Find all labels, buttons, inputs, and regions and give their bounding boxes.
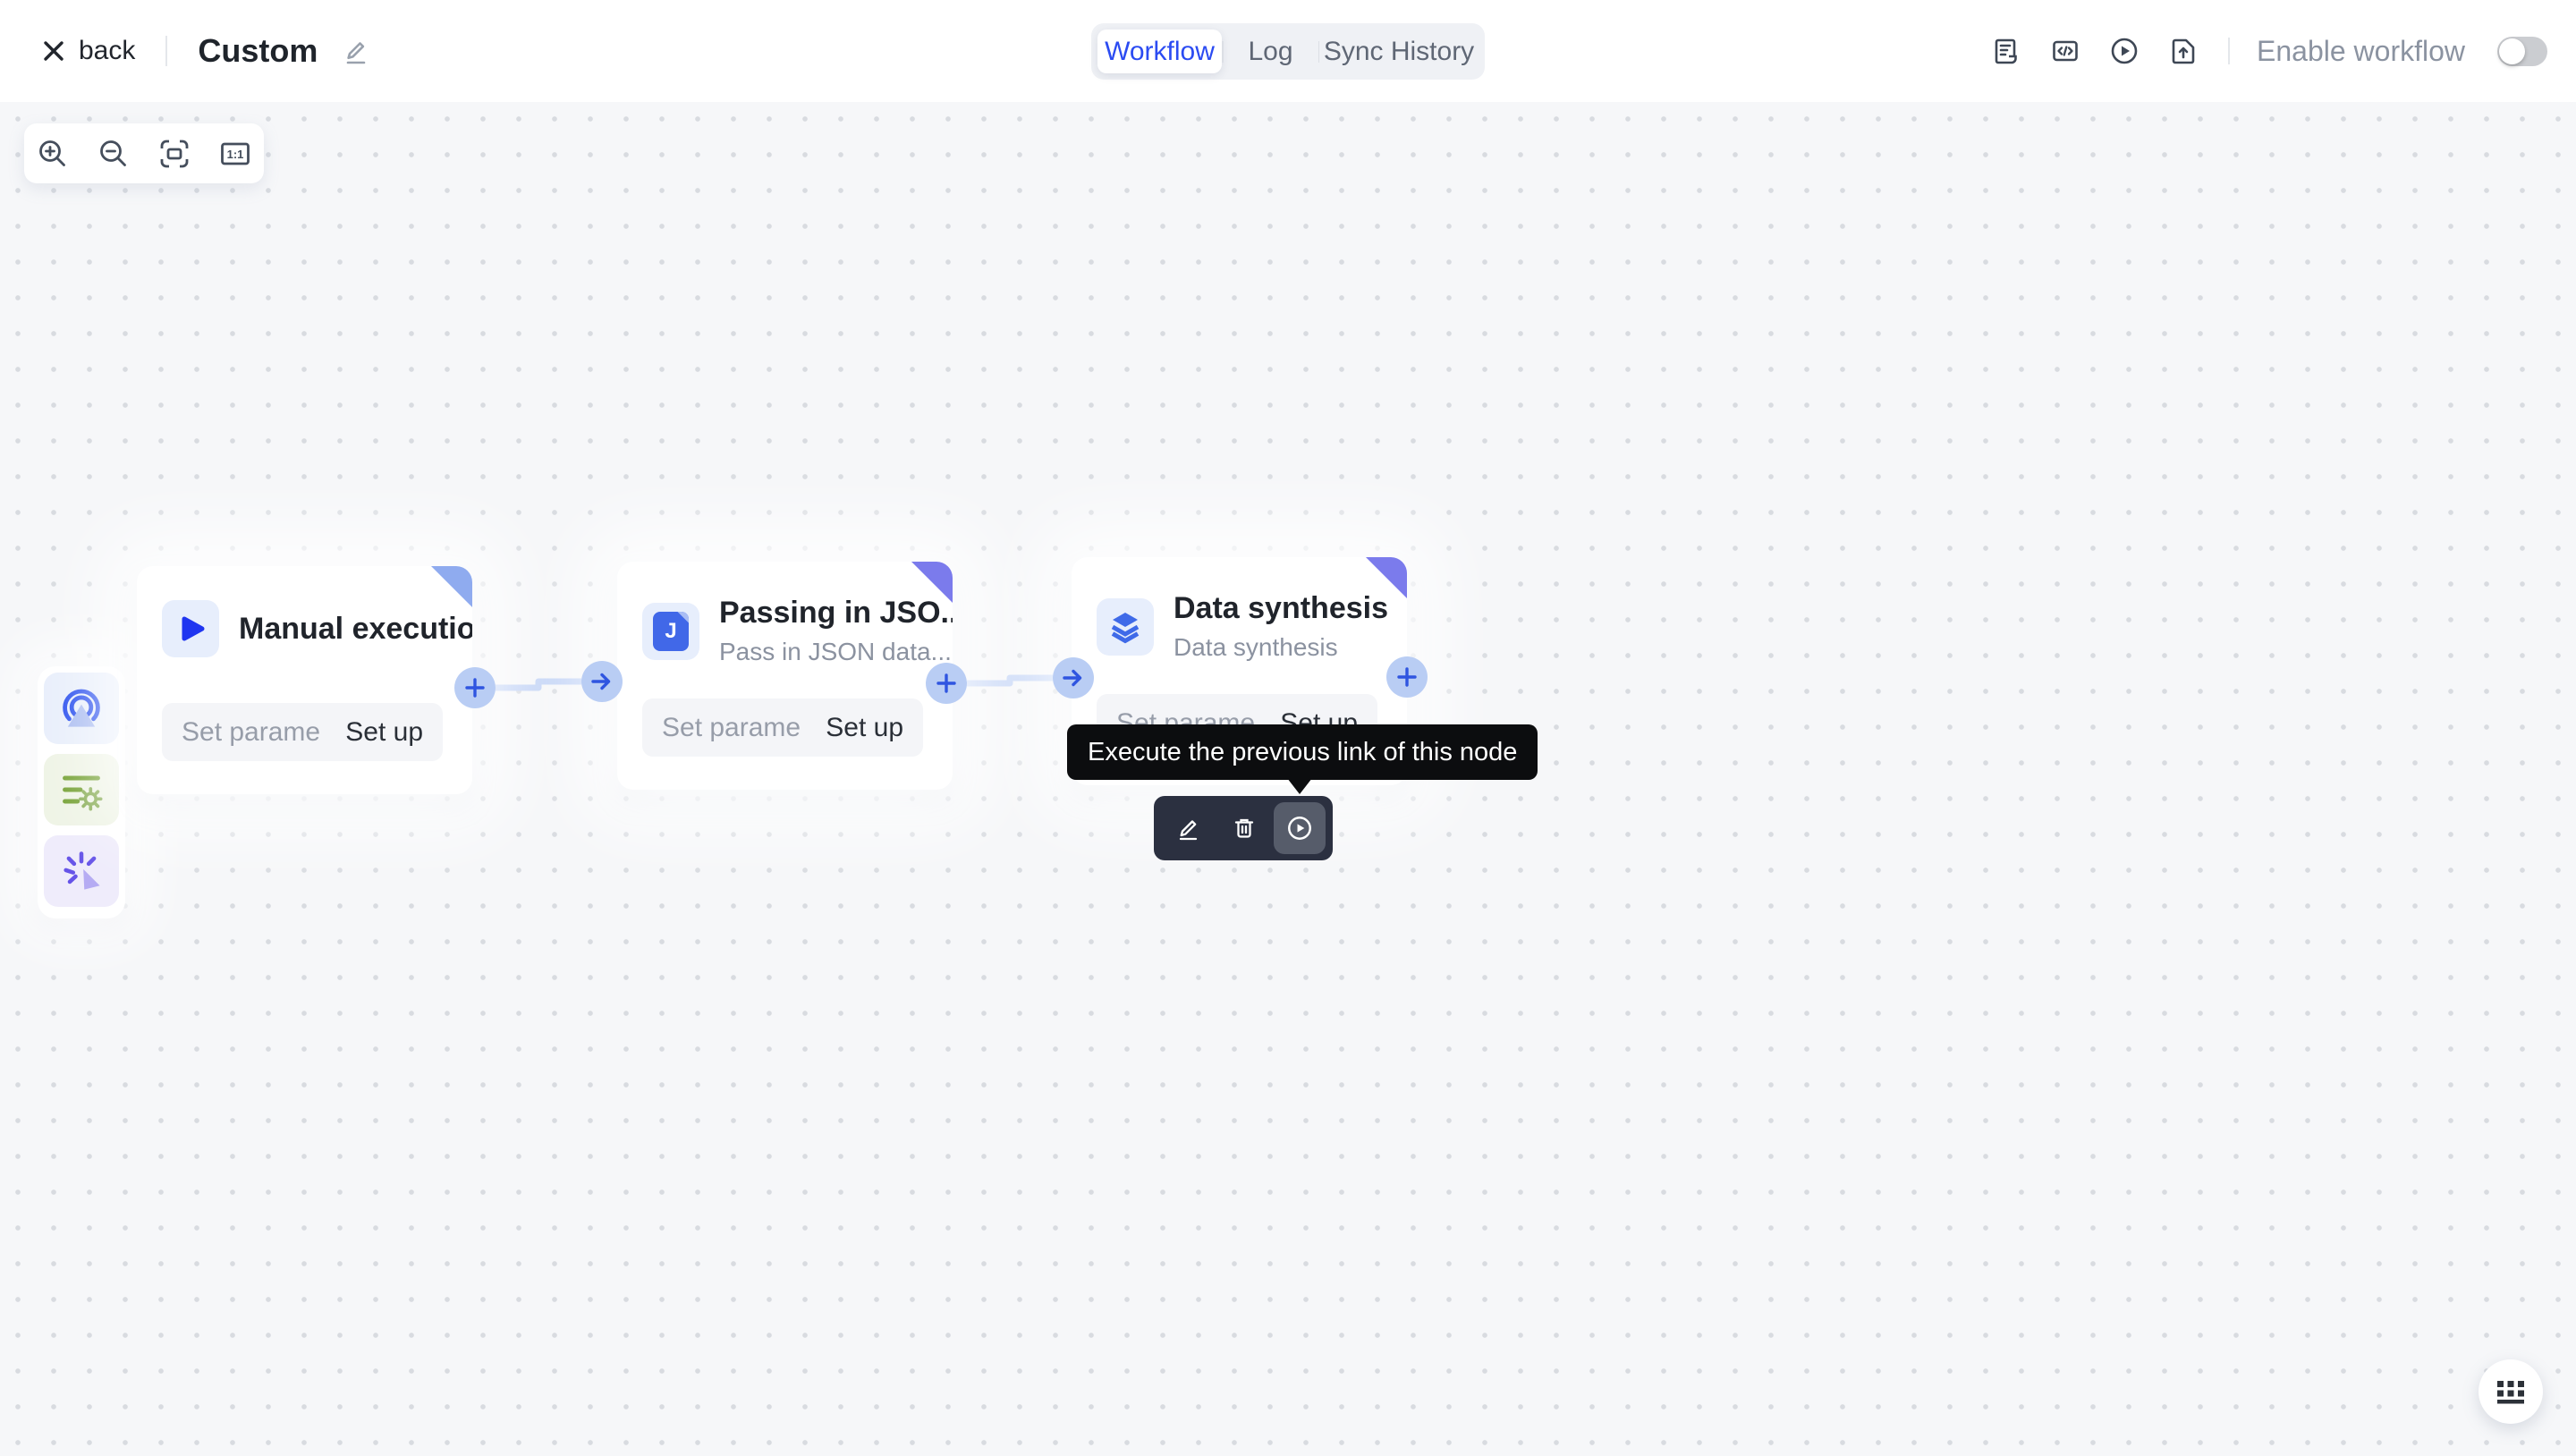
tab-workflow[interactable]: Workflow [1097,30,1222,73]
execute-icon [1285,814,1314,842]
tab-sync-history[interactable]: Sync History [1319,30,1479,73]
run-workflow-button[interactable] [2110,37,2139,65]
toggle-knob [2499,38,2525,64]
actual-size-icon: 1:1 [219,138,251,170]
code-view-button[interactable] [2051,37,2080,65]
link-arrow-button-2[interactable] [1053,657,1094,698]
plus-icon [463,676,487,699]
add-node-button-3[interactable] [1386,656,1428,698]
zoom-in-button[interactable] [35,136,71,172]
edit-node-button[interactable] [1175,815,1202,842]
zoom-out-icon [97,138,130,170]
add-node-button-1[interactable] [454,667,496,708]
delete-node-button[interactable] [1231,815,1258,842]
workflow-title: Custom [198,32,318,70]
tooltip: Execute the previous link of this node [1067,724,1538,780]
tooltip-text: Execute the previous link of this node [1088,738,1517,767]
click-action-icon [58,848,105,894]
node-manual-execution[interactable]: Manual execution Set parame Set up [137,566,472,794]
workflow-canvas[interactable]: 1:1 [0,102,2576,1456]
param-label: Set parame [182,717,320,748]
node-param-row[interactable]: Set parame Set up [162,703,443,761]
link-arrow-button-1[interactable] [581,661,623,702]
keyboard-grid-icon [2495,1377,2527,1406]
palette-item-configure[interactable] [44,754,119,825]
view-tabs: Workflow Log Sync History [1091,23,1485,80]
run-icon [2110,37,2139,65]
close-icon [43,40,64,62]
export-file-icon [2169,37,2198,65]
add-node-button-2[interactable] [926,663,967,704]
node-title: Manual execution [239,612,472,647]
edit-icon [343,37,369,65]
zoom-out-button[interactable] [96,136,131,172]
tooltip-caret [1287,778,1312,794]
enable-workflow-toggle[interactable] [2497,37,2547,66]
layers-icon [1097,598,1154,656]
play-icon [162,600,219,657]
rename-workflow-button[interactable] [343,37,369,65]
back-button[interactable]: back [43,36,135,66]
param-label: Set parame [662,713,801,743]
zoom-in-icon [37,138,69,170]
fit-view-icon [158,138,191,170]
node-subtitle: Data synthesis [1174,633,1388,662]
enable-workflow-label: Enable workflow [2257,35,2465,68]
edit-icon [1175,815,1202,842]
export-workflow-button[interactable] [2169,37,2198,65]
back-label: back [79,36,135,66]
palette-item-trigger[interactable] [44,673,119,744]
node-passing-json[interactable]: J Passing in JSO... Pass in JSON data...… [617,562,953,790]
trigger-broadcast-icon [58,685,105,732]
node-subtitle: Pass in JSON data... [719,638,953,666]
header: back Custom Workflow Log Sync History [0,0,2576,102]
divider [165,36,167,66]
node-title: Data synthesis [1174,591,1388,626]
tab-log[interactable]: Log [1224,30,1318,73]
zoom-toolbar: 1:1 [24,123,264,183]
setup-link[interactable]: Set up [826,713,903,743]
node-title: Passing in JSO... [719,596,953,631]
arrow-right-icon [1062,666,1085,690]
fit-view-button[interactable] [157,136,192,172]
divider [2228,38,2230,64]
trash-icon [1231,815,1258,842]
json-letter: J [665,619,676,644]
plus-icon [935,672,958,695]
plus-icon [1395,665,1419,689]
svg-text:1:1: 1:1 [227,148,244,161]
actual-size-button[interactable]: 1:1 [217,136,253,172]
json-file-icon: J [642,603,699,660]
configure-list-gear-icon [58,766,105,813]
node-action-toolbar [1154,796,1333,860]
code-icon [2051,37,2080,65]
minimap-toggle-button[interactable] [2479,1359,2543,1424]
setup-link[interactable]: Set up [345,717,423,748]
node-palette [38,666,125,918]
arrow-right-icon [590,670,614,693]
palette-item-action[interactable] [44,835,119,907]
log-document-icon [1992,37,2021,65]
execute-previous-button[interactable] [1274,802,1326,854]
node-param-row[interactable]: Set parame Set up [642,698,923,757]
execution-log-button[interactable] [1992,37,2021,65]
